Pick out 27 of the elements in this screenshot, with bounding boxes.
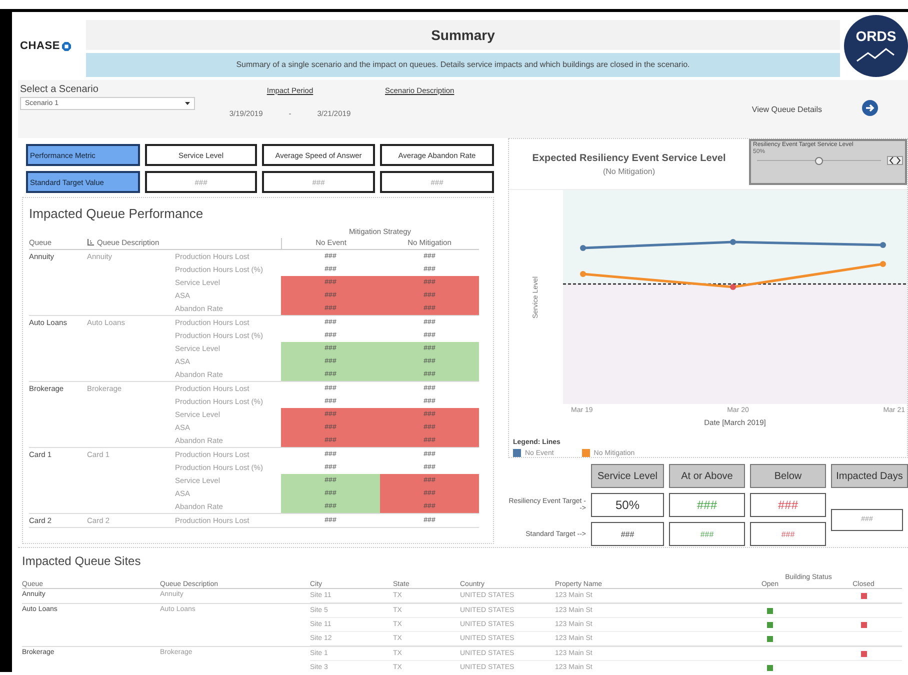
summary-value: ### — [669, 493, 745, 517]
step-forward-button[interactable] — [895, 157, 902, 164]
summary-header: Below — [750, 464, 826, 488]
view-queue-details-label: View Queue Details — [752, 105, 822, 114]
summary-value: ### — [591, 522, 664, 546]
company-logo-text: CHASE — [20, 40, 60, 52]
chart-subtitle: (No Mitigation) — [602, 166, 655, 176]
summary-header: Service Level — [591, 464, 664, 488]
step-back-button[interactable] — [888, 157, 895, 164]
slider-thumb[interactable] — [815, 157, 823, 165]
scenario-label: Select a Scenario — [20, 84, 100, 95]
panel-title: Impacted Queue Performance — [29, 205, 204, 223]
chart-title: Expected Resiliency Event Service Level — [532, 153, 726, 164]
dashboard-subtitle: Summary of a single scenario and the impact on queues. Details service impacts and which buildings are closed in the scenario. — [86, 52, 840, 76]
summary-value: ### — [750, 522, 826, 546]
arrow-right-button[interactable] — [862, 100, 878, 119]
panel-title: Impacted Queue Sites — [22, 553, 142, 570]
summary-value: ### — [669, 522, 745, 546]
summary-value: ### — [750, 493, 826, 517]
octagon-logo-icon — [62, 42, 72, 50]
ords-badge: ORDS — [844, 15, 908, 77]
sort-icon[interactable] — [87, 239, 94, 246]
caret-icon — [185, 102, 190, 105]
summary-header: At or Above — [669, 464, 745, 488]
dashboard-title: Summary — [86, 20, 840, 50]
summary-value: 50% — [591, 493, 664, 517]
summary-header: Impacted Days — [831, 464, 908, 488]
